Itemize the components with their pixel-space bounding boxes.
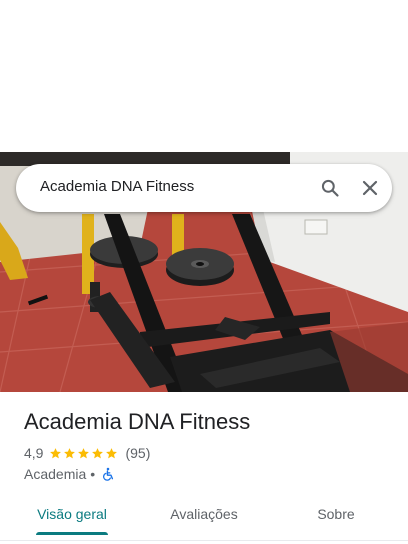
- review-count[interactable]: (95): [125, 445, 150, 461]
- tab-avaliacoes[interactable]: Avaliações: [156, 494, 252, 534]
- rating-value: 4,9: [24, 445, 44, 461]
- tabs-divider: [0, 540, 408, 541]
- search-input[interactable]: Academia DNA Fitness: [40, 178, 194, 195]
- separator-dot: •: [90, 466, 96, 482]
- rating-row[interactable]: 4,9 (95): [24, 444, 150, 462]
- star-icon: [50, 447, 62, 458]
- active-tab-indicator: [36, 532, 108, 535]
- tab-visao-geral[interactable]: Visão geral: [24, 494, 120, 534]
- map-blank-area: [0, 0, 408, 152]
- place-title: Academia DNA Fitness: [24, 409, 251, 434]
- star-icon: [78, 447, 90, 458]
- star-icon: [106, 447, 118, 458]
- place-tabs: Visão geral Avaliações Sobre: [0, 494, 408, 538]
- category-label: Academia: [24, 466, 87, 482]
- star-icon: [92, 447, 104, 458]
- search-bar[interactable]: Academia DNA Fitness: [16, 164, 392, 212]
- tab-sobre[interactable]: Sobre: [288, 494, 384, 534]
- close-icon[interactable]: [356, 174, 384, 202]
- category-row: Academia •: [24, 465, 115, 483]
- search-icon[interactable]: [316, 174, 344, 202]
- star-rating: [49, 447, 119, 460]
- wheelchair-icon: [101, 467, 115, 481]
- star-icon: [64, 447, 76, 458]
